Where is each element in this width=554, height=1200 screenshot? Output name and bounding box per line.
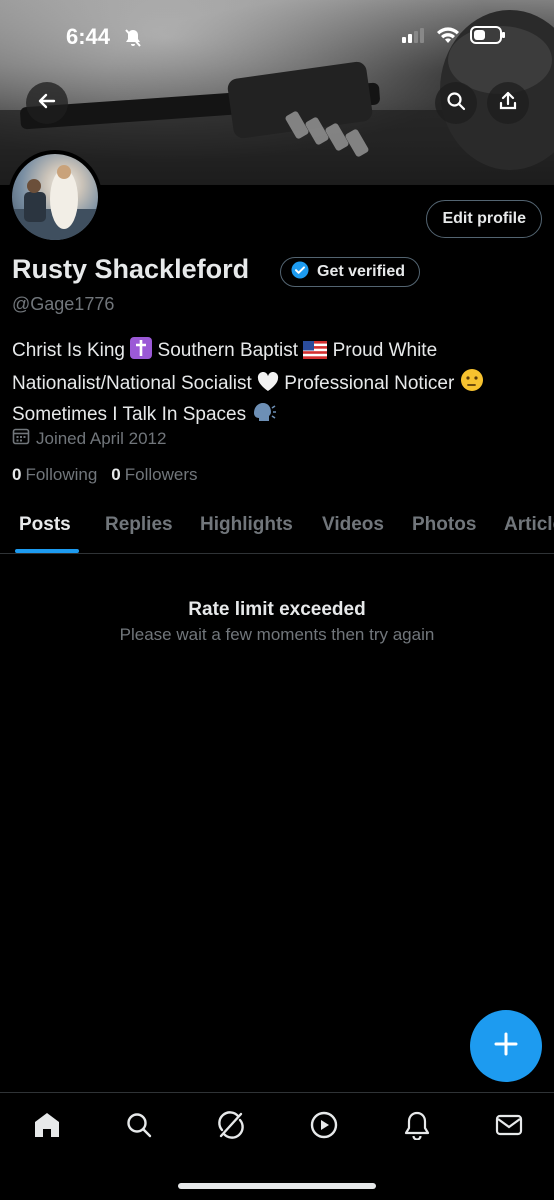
mail-icon: [495, 1113, 523, 1142]
bio-text: Proud White: [332, 340, 438, 361]
battery-icon: [470, 26, 506, 49]
get-verified-button[interactable]: Get verified: [280, 257, 421, 287]
speaking-head-emoji-icon: [251, 401, 277, 432]
edit-profile-button[interactable]: Edit profile: [426, 200, 542, 238]
following-count: 0: [12, 465, 22, 484]
followers-count: 0: [111, 465, 121, 484]
thinking-face-emoji-icon: [460, 368, 484, 401]
profile-bio: Christ Is King Southern Baptist Proud Wh…: [12, 337, 547, 432]
calendar-icon: [12, 427, 30, 450]
following-label: Following: [25, 465, 98, 484]
wifi-icon: [436, 26, 460, 49]
arrow-left-icon: [37, 91, 57, 116]
nav-home[interactable]: [31, 1111, 63, 1143]
followers-link[interactable]: 0 Followers: [111, 465, 197, 485]
compose-button[interactable]: [470, 1010, 542, 1082]
nav-messages[interactable]: [493, 1111, 525, 1143]
bio-text: Nationalist/National Socialist: [12, 373, 252, 394]
share-icon: [498, 91, 518, 116]
bell-icon: [403, 1110, 431, 1145]
profile-tabs: Posts Replies Highlights Videos Photos A…: [0, 500, 554, 554]
rate-limit-title: Rate limit exceeded: [188, 599, 366, 620]
tab-highlights[interactable]: Highlights: [200, 514, 293, 536]
back-button[interactable]: [26, 82, 68, 124]
us-flag-emoji-icon: [303, 340, 328, 368]
search-icon: [125, 1111, 153, 1144]
grok-icon: [216, 1110, 246, 1145]
active-tab-indicator: [15, 549, 79, 553]
play-icon: [309, 1110, 339, 1145]
joined-label: Joined April 2012: [36, 428, 167, 448]
tab-videos[interactable]: Videos: [322, 514, 384, 536]
plus-icon: [493, 1031, 519, 1062]
search-icon: [446, 91, 466, 116]
bio-text: Professional Noticer: [284, 373, 455, 394]
bell-off-icon: [123, 28, 143, 53]
bio-text: Southern Baptist: [157, 340, 299, 361]
joined-date: Joined April 2012: [12, 427, 166, 450]
profile-handle: @Gage1776: [12, 294, 115, 314]
nav-grok[interactable]: [215, 1110, 247, 1145]
avatar[interactable]: [8, 150, 102, 244]
status-time: 6:44: [66, 24, 111, 49]
nav-notifications[interactable]: [401, 1111, 433, 1143]
tab-replies[interactable]: Replies: [105, 514, 173, 536]
avatar-image: [12, 165, 98, 240]
signal-icon: [402, 27, 426, 48]
get-verified-label: Get verified: [317, 263, 406, 280]
cross-emoji-icon: [130, 337, 153, 368]
nav-video[interactable]: [308, 1111, 340, 1143]
bio-text: Sometimes I Talk In Spaces: [12, 404, 247, 425]
white-heart-emoji-icon: [257, 371, 279, 401]
status-bar: 6:44: [0, 0, 554, 70]
bio-text: Christ Is King: [12, 340, 125, 361]
search-button[interactable]: [435, 82, 477, 124]
verified-badge-icon: [291, 261, 309, 284]
tab-posts[interactable]: Posts: [19, 514, 71, 536]
home-icon: [32, 1110, 62, 1145]
home-indicator: [178, 1183, 376, 1189]
follow-stats: 0 Following 0 Followers: [12, 465, 198, 485]
nav-search[interactable]: [123, 1111, 155, 1143]
tab-photos[interactable]: Photos: [412, 514, 476, 536]
share-button[interactable]: [487, 82, 529, 124]
followers-label: Followers: [124, 465, 198, 484]
tab-articles[interactable]: Articles: [504, 514, 554, 536]
rate-limit-subtitle: Please wait a few moments then try again: [119, 625, 435, 644]
profile-name: Rusty Shackleford: [12, 254, 250, 284]
following-link[interactable]: 0 Following: [12, 465, 97, 485]
